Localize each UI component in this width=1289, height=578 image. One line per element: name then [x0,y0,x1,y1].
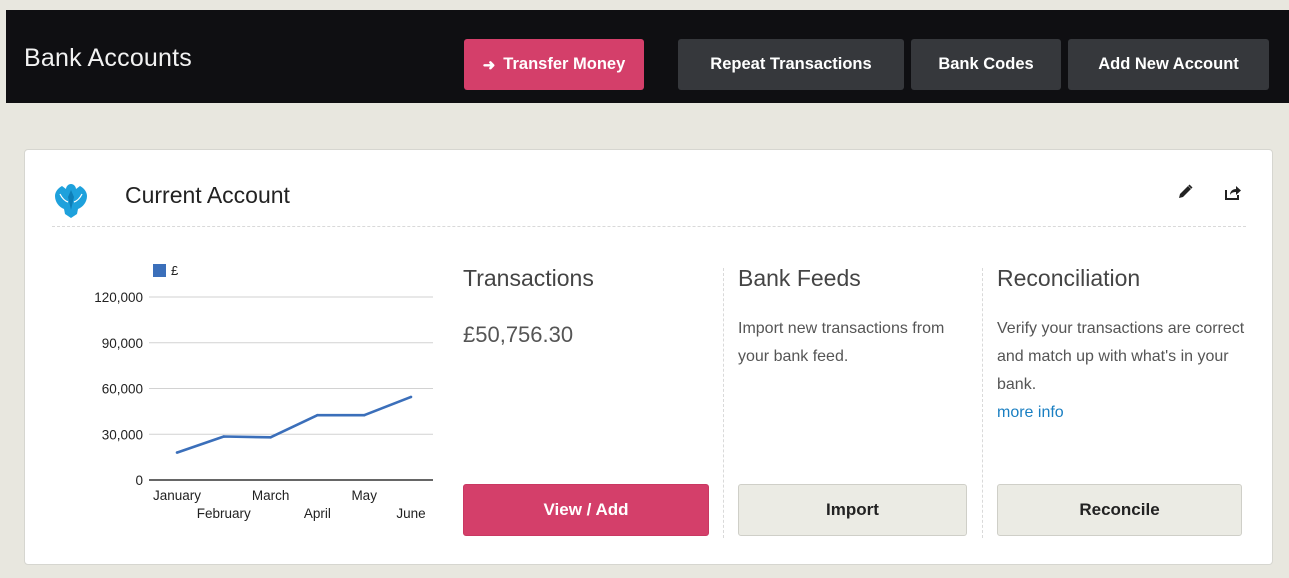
data-point [222,435,226,438]
page-title: Bank Accounts [24,44,192,72]
account-name: Current Account [125,182,290,208]
y-tick-label: 60,000 [102,382,143,397]
bank-codes-button[interactable]: Bank Codes [911,39,1061,90]
x-tick-label: March [252,488,290,503]
legend-swatch [153,264,166,277]
import-button[interactable]: Import [738,484,967,536]
transfer-money-label: Transfer Money [503,55,626,73]
reconciliation-title: Reconciliation [997,265,1141,291]
view-add-button[interactable]: View / Add [463,484,709,536]
legend-label: £ [171,263,179,278]
y-tick-label: 120,000 [94,290,143,305]
x-tick-label: February [197,506,251,521]
pencil-icon[interactable] [1175,182,1195,202]
series-line [176,395,412,454]
reconciliation-description: Verify your transactions are correct and… [997,320,1245,393]
column-divider [982,268,983,538]
account-card: Current Account £0 30,000 60,000 90,000 120,… [24,149,1273,565]
more-info-link[interactable]: more info [997,399,1247,427]
x-tick-label: April [304,506,331,521]
reconcile-button[interactable]: Reconcile [997,484,1242,536]
header-divider [52,226,1246,227]
reconciliation-section: Reconciliation Verify your transactions … [997,265,1247,427]
balance-line-chart: £0 30,000 60,000 90,000 120,000 January Februa… [94,263,433,521]
data-point [269,436,272,439]
transactions-section: Transactions £50,756.30 [463,265,703,348]
bank-feeds-title: Bank Feeds [738,265,861,291]
x-tick-label: June [396,506,425,521]
transfer-money-button[interactable]: ➜ Transfer Money [464,39,644,90]
bank-eagle-logo-icon [55,184,87,218]
y-tick-label: 90,000 [102,336,143,351]
bank-feeds-description: Import new transactions from your bank f… [738,320,945,365]
share-icon[interactable] [1223,182,1243,202]
column-divider [723,268,724,538]
arrow-right-icon: ➜ [482,56,496,74]
data-point [409,395,413,399]
repeat-transactions-button[interactable]: Repeat Transactions [678,39,904,90]
y-tick-label: 30,000 [102,427,143,442]
data-point [175,451,179,454]
x-tick-label: May [351,488,377,503]
add-new-account-button[interactable]: Add New Account [1068,39,1269,90]
data-point [362,413,366,417]
transactions-balance: £50,756.30 [463,322,574,347]
top-bar: Bank Accounts ➜ Transfer Money Repeat Tr… [6,10,1289,103]
data-point [316,413,319,417]
x-tick-label: January [153,488,201,503]
bank-feeds-section: Bank Feeds Import new transactions from … [738,265,973,371]
y-tick-label: 0 [135,473,143,488]
transactions-title: Transactions [463,265,594,291]
